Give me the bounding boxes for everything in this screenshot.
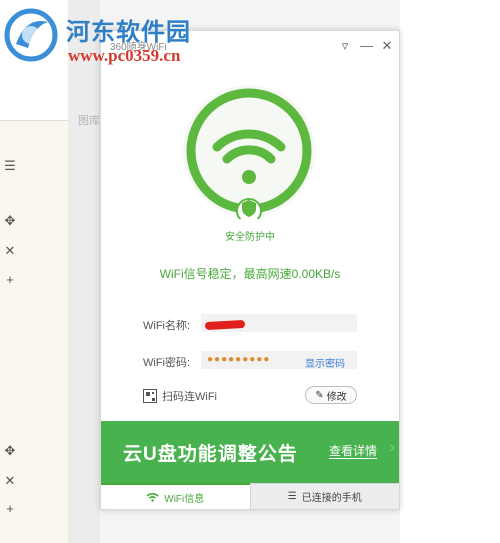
tab-wifi-info[interactable]: WiFi信息 [101, 483, 250, 509]
move-icon[interactable]: ✥ [2, 213, 18, 229]
close-icon[interactable]: ✕ [2, 243, 18, 259]
list-icon: ☰ [287, 491, 297, 502]
bottom-tabs: WiFi信息 ☰ 已连接的手机 [101, 483, 399, 509]
background-right-panel [400, 0, 500, 543]
background-panel-text: 图库 [78, 115, 100, 127]
tab-connected-phones-label: 已连接的手机 [301, 493, 362, 504]
chevron-right-icon: › [389, 439, 395, 456]
password-masked: ●●●●●●●●● [207, 354, 271, 365]
wifi-name-label: WiFi名称: [143, 320, 191, 332]
menu-dropdown-icon[interactable]: ▿ [339, 39, 351, 53]
pencil-icon: ✎ [315, 389, 324, 401]
wifi-password-label: WiFi密码: [143, 357, 191, 369]
signal-speed-text: WiFi信号稳定，最高网速0.00KB/s [159, 267, 341, 281]
window-controls: ▿ — ✕ [339, 39, 393, 53]
add-icon[interactable]: + [2, 272, 18, 287]
close-icon[interactable]: ✕ [381, 39, 393, 53]
view-details-link[interactable]: 查看详情 [329, 444, 378, 459]
add-icon[interactable]: + [2, 501, 18, 516]
announcement-banner[interactable]: 云U盘功能调整公告 查看详情 › [101, 421, 399, 483]
qr-connect-row[interactable]: 扫码连WiFi [143, 388, 217, 404]
close-icon[interactable]: ✕ [2, 473, 18, 489]
modify-label: 修改 [326, 391, 347, 403]
tab-connected-phones[interactable]: ☰ 已连接的手机 [249, 483, 399, 509]
modify-button[interactable]: ✎ 修改 [305, 386, 357, 404]
wifi-status-icon [183, 85, 315, 219]
move-icon[interactable]: ✥ [2, 443, 18, 459]
qr-connect-label: 扫码连WiFi [162, 391, 217, 403]
site-logo-icon [4, 8, 58, 62]
watermark-url: www.pc0359.cn [68, 46, 181, 65]
tab-wifi-info-label: WiFi信息 [164, 493, 205, 505]
background-mid-panel [68, 0, 100, 543]
show-password-link[interactable]: 显示密码 [305, 355, 345, 370]
qr-code-icon [143, 389, 157, 403]
banner-title: 云U盘功能调整公告 [123, 444, 298, 465]
minimize-icon[interactable]: — [360, 39, 373, 53]
list-icon[interactable]: ☰ [2, 158, 18, 174]
protection-status: 安全防护中 [225, 232, 275, 243]
wifi-icon [146, 493, 159, 502]
wifi-widget-window: ▿ — ✕ 安全防护中 WiFi信号稳定，最高网速0.00KB/s WiFi名称… [100, 30, 400, 510]
